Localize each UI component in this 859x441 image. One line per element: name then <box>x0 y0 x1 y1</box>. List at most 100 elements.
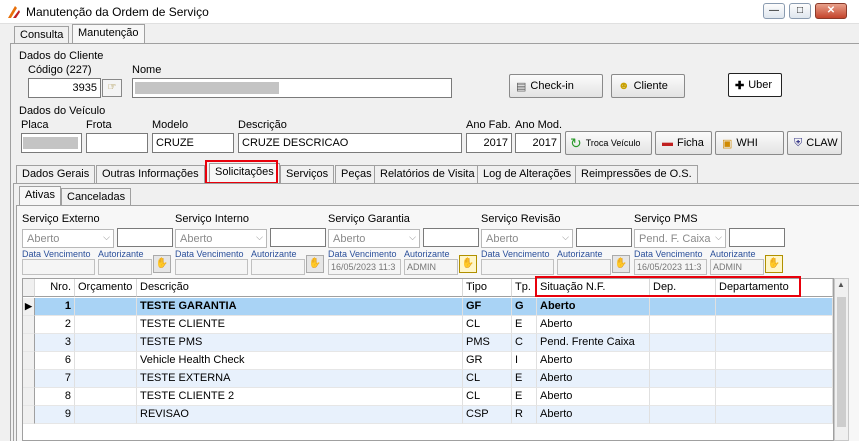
cell-desc: TESTE CLIENTE <box>137 316 463 334</box>
servico-status-select[interactable]: Aberto ⌵ <box>22 229 114 248</box>
servico-extra-field[interactable] <box>576 228 632 247</box>
minimize-button[interactable]: — <box>763 3 785 19</box>
grid-header-desc[interactable]: Descrição <box>137 279 463 297</box>
scroll-up-icon[interactable]: ▲ <box>837 280 845 289</box>
autorizante-field[interactable]: ADMIN <box>404 259 458 275</box>
autorizante-field[interactable] <box>557 259 611 275</box>
table-row[interactable]: 3 TESTE PMS PMS C Pend. Frente Caixa <box>23 334 833 352</box>
cell-depto <box>716 352 833 370</box>
table-row[interactable]: 6 Vehicle Health Check GR I Aberto <box>23 352 833 370</box>
uber-button[interactable]: ✚ Uber <box>728 73 782 97</box>
data-vencimento-label: Data Vencimento <box>328 249 397 259</box>
tab-consulta[interactable]: Consulta <box>14 26 70 44</box>
servico-extra-field[interactable] <box>117 228 173 247</box>
grid-header-orc[interactable]: Orçamento <box>75 279 137 297</box>
data-vencimento-label: Data Vencimento <box>22 249 91 259</box>
solicitacoes-grid[interactable]: Nro. Orçamento Descrição Tipo Tp. Situação N.… <box>22 278 834 441</box>
ficha-button[interactable]: ▬ Ficha <box>655 131 712 155</box>
anofab-field[interactable]: 2017 <box>466 133 512 153</box>
servico-status-select[interactable]: Aberto ⌵ <box>481 229 573 248</box>
modelo-field[interactable]: CRUZE <box>152 133 234 153</box>
servico-status-select[interactable]: Aberto ⌵ <box>328 229 420 248</box>
cell-orc <box>75 352 137 370</box>
descricao-field[interactable]: CRUZE DESCRICAO <box>238 133 462 153</box>
cell-tipo: CSP <box>463 406 512 424</box>
table-row[interactable]: 9 REVISAO CSP R Aberto <box>23 406 833 424</box>
nome-field[interactable] <box>132 78 452 98</box>
scroll-thumb[interactable] <box>837 297 846 427</box>
whi-button[interactable]: ▣ WHI <box>715 131 784 155</box>
checkin-button[interactable]: ▤ Check-in <box>509 74 603 98</box>
troca-veiculo-button[interactable]: ↻ Troca Veículo <box>565 131 652 155</box>
table-row[interactable]: ▶ 1 TESTE GARANTIA GF G Aberto <box>23 298 833 316</box>
autorizante-field[interactable] <box>251 259 305 275</box>
thumbs-up-button[interactable]: ✋ <box>306 255 324 273</box>
tab-canceladas[interactable]: Canceladas <box>61 188 132 206</box>
anomod-field[interactable]: 2017 <box>515 133 561 153</box>
autorizante-field[interactable] <box>98 259 152 275</box>
table-row[interactable]: 8 TESTE CLIENTE 2 CL E Aberto <box>23 388 833 406</box>
tab-solicitacoes[interactable]: Solicitações <box>209 163 280 183</box>
cell-tp: E <box>512 388 537 406</box>
thumbs-up-button[interactable]: ✋ <box>459 255 477 273</box>
thumbs-up-icon: ✋ <box>308 258 322 269</box>
data-vencimento-label: Data Vencimento <box>481 249 550 259</box>
car-checkin-icon: ▤ <box>516 80 527 93</box>
autorizante-field[interactable]: ADMIN <box>710 259 764 275</box>
servico-extra-field[interactable] <box>729 228 785 247</box>
thumbs-up-icon: ✋ <box>614 258 628 269</box>
servico-extra-field[interactable] <box>423 228 479 247</box>
cliente-button[interactable]: ☻ Cliente <box>611 74 685 98</box>
tab-servicos[interactable]: Serviços <box>280 165 335 183</box>
codigo-field[interactable]: 3935 <box>28 78 101 98</box>
servico-status-select[interactable]: Aberto ⌵ <box>175 229 267 248</box>
frota-field[interactable] <box>86 133 148 153</box>
grid-vertical-scrollbar[interactable]: ▲ <box>834 278 849 441</box>
tab-reimpressoes[interactable]: Reimpressões de O.S. <box>575 165 698 183</box>
servico-extra-field[interactable] <box>270 228 326 247</box>
tab-pecas[interactable]: Peças <box>335 165 378 183</box>
thumbs-up-button[interactable]: ✋ <box>153 255 171 273</box>
close-button[interactable]: ✕ <box>815 3 847 19</box>
thumbs-up-button[interactable]: ✋ <box>612 255 630 273</box>
data-vencimento-field[interactable]: 16/05/2023 11:3 <box>634 259 707 275</box>
codigo-search-button[interactable]: ☞ <box>102 79 122 97</box>
cell-tipo: CL <box>463 370 512 388</box>
row-indicator <box>23 334 35 352</box>
grid-header-nro[interactable]: Nro. <box>35 279 75 297</box>
claw-button[interactable]: ⛨ CLAW <box>787 131 842 155</box>
tab-relatorios-visita[interactable]: Relatórios de Visita <box>374 165 481 183</box>
cell-tp: I <box>512 352 537 370</box>
data-vencimento-field[interactable] <box>175 259 248 275</box>
grid-header-dep[interactable]: Dep. <box>650 279 716 297</box>
data-vencimento-field[interactable]: 16/05/2023 11:3 <box>328 259 401 275</box>
servico-status-select[interactable]: Pend. F. Caixa ⌵ <box>634 229 726 248</box>
grid-header-tipo[interactable]: Tipo <box>463 279 512 297</box>
cell-nro: 6 <box>35 352 75 370</box>
data-vencimento-field[interactable] <box>22 259 95 275</box>
tab-manutencao[interactable]: Manutenção <box>72 24 145 44</box>
uber-icon: ✚ <box>735 79 745 92</box>
cell-orc <box>75 406 137 424</box>
tab-outras-informacoes[interactable]: Outras Informações <box>96 165 205 183</box>
table-row[interactable]: 7 TESTE EXTERNA CL E Aberto <box>23 370 833 388</box>
cell-depto <box>716 406 833 424</box>
tab-ativas[interactable]: Ativas <box>19 186 61 206</box>
placa-field[interactable] <box>21 133 82 153</box>
frota-label: Frota <box>86 119 112 131</box>
thumbs-up-button[interactable]: ✋ <box>765 255 783 273</box>
data-vencimento-field[interactable] <box>481 259 554 275</box>
redacted-name <box>135 82 279 94</box>
row-indicator <box>23 370 35 388</box>
car-icon: ▬ <box>662 137 673 149</box>
table-row[interactable]: 2 TESTE CLIENTE CL E Aberto <box>23 316 833 334</box>
cell-desc: Vehicle Health Check <box>137 352 463 370</box>
grid-header-sit[interactable]: Situação N.F. <box>537 279 650 297</box>
cell-orc <box>75 298 137 316</box>
tab-dados-gerais[interactable]: Dados Gerais <box>16 165 96 183</box>
tab-log-alteracoes[interactable]: Log de Alterações <box>477 165 578 183</box>
grid-header-depto[interactable]: Departamento <box>716 279 833 297</box>
grid-header-tp[interactable]: Tp. <box>512 279 537 297</box>
row-indicator <box>23 388 35 406</box>
maximize-button[interactable]: □ <box>789 3 811 19</box>
